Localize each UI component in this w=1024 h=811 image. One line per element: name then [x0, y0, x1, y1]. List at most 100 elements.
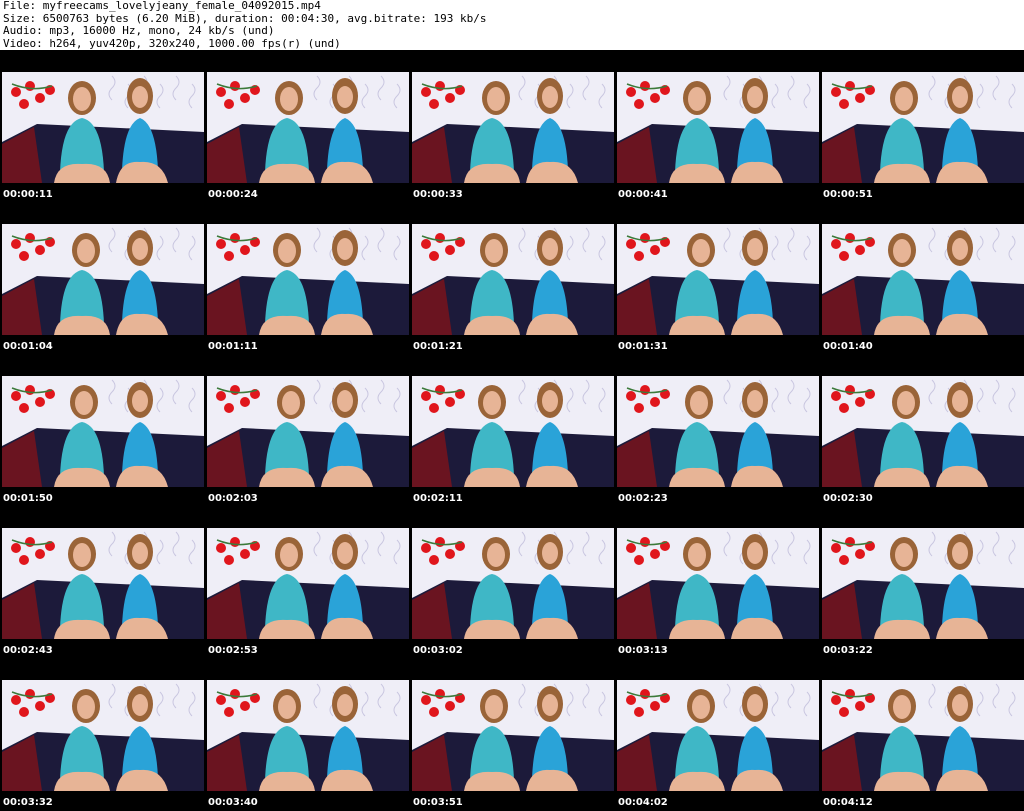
video-frame-thumbnail: [412, 376, 614, 487]
frame-scene: [207, 528, 409, 639]
frame-scene: [2, 224, 204, 335]
frame-scene: [207, 72, 409, 183]
frame-scene: [412, 224, 614, 335]
thumbnail-cell: 00:03:02: [410, 506, 614, 658]
thumbnail-cell: 00:01:21: [410, 202, 614, 354]
frame-scene: [2, 528, 204, 639]
frame-timestamp: 00:03:32: [3, 797, 53, 808]
thumbnail-cell: 00:01:04: [0, 202, 204, 354]
video-frame-thumbnail: [822, 528, 1024, 639]
frame-scene: [412, 680, 614, 791]
thumbnail-cell: 00:03:13: [615, 506, 819, 658]
video-frame-thumbnail: [207, 224, 409, 335]
frame-timestamp: 00:00:11: [3, 189, 53, 200]
frame-timestamp: 00:00:51: [823, 189, 873, 200]
thumbnail-cell: 00:04:02: [615, 658, 819, 810]
thumbnail-cell: 00:00:11: [0, 50, 204, 202]
video-frame-thumbnail: [207, 376, 409, 487]
video-frame-thumbnail: [822, 376, 1024, 487]
frame-timestamp: 00:01:11: [208, 341, 258, 352]
frame-scene: [207, 224, 409, 335]
frame-timestamp: 00:02:03: [208, 493, 258, 504]
thumbnail-cell: 00:00:24: [205, 50, 409, 202]
frame-timestamp: 00:04:02: [618, 797, 668, 808]
audio-info-line: Audio: mp3, 16000 Hz, mono, 24 kb/s (und…: [3, 24, 275, 37]
frame-timestamp: 00:01:31: [618, 341, 668, 352]
thumbnail-cell: 00:01:11: [205, 202, 409, 354]
frame-timestamp: 00:02:43: [3, 645, 53, 656]
frame-scene: [822, 224, 1024, 335]
video-frame-thumbnail: [412, 224, 614, 335]
frame-scene: [822, 528, 1024, 639]
frame-timestamp: 00:02:11: [413, 493, 463, 504]
video-frame-thumbnail: [2, 528, 204, 639]
frame-timestamp: 00:03:13: [618, 645, 668, 656]
thumbnail-cell: 00:02:30: [820, 354, 1024, 506]
thumbnail-cell: 00:00:41: [615, 50, 819, 202]
file-name-line: File: myfreecams_lovelyjeany_female_0409…: [3, 0, 321, 12]
frame-scene: [412, 72, 614, 183]
frame-timestamp: 00:01:40: [823, 341, 873, 352]
video-frame-thumbnail: [412, 72, 614, 183]
contact-sheet: File: myfreecams_lovelyjeany_female_0409…: [0, 0, 1024, 811]
frame-timestamp: 00:01:04: [3, 341, 53, 352]
thumbnail-cell: 00:01:50: [0, 354, 204, 506]
video-frame-thumbnail: [822, 72, 1024, 183]
thumbnail-grid: 00:00:11 00:00:24 00:00:33 00:00:41 00:00:51…: [0, 50, 1024, 811]
thumbnail-cell: 00:03:22: [820, 506, 1024, 658]
frame-timestamp: 00:02:23: [618, 493, 668, 504]
frame-scene: [617, 528, 819, 639]
thumbnail-cell: 00:03:32: [0, 658, 204, 810]
frame-timestamp: 00:00:33: [413, 189, 463, 200]
frame-scene: [2, 680, 204, 791]
video-frame-thumbnail: [207, 528, 409, 639]
frame-scene: [2, 376, 204, 487]
frame-scene: [207, 680, 409, 791]
thumbnail-cell: 00:01:31: [615, 202, 819, 354]
video-frame-thumbnail: [822, 680, 1024, 791]
thumbnail-cell: 00:01:40: [820, 202, 1024, 354]
frame-timestamp: 00:02:30: [823, 493, 873, 504]
thumbnail-cell: 00:02:43: [0, 506, 204, 658]
video-frame-thumbnail: [617, 680, 819, 791]
video-frame-thumbnail: [617, 72, 819, 183]
thumbnail-cell: 00:00:33: [410, 50, 614, 202]
thumbnail-cell: 00:02:11: [410, 354, 614, 506]
frame-timestamp: 00:01:50: [3, 493, 53, 504]
frame-scene: [617, 224, 819, 335]
video-frame-thumbnail: [412, 528, 614, 639]
frame-scene: [412, 376, 614, 487]
frame-timestamp: 00:04:12: [823, 797, 873, 808]
video-frame-thumbnail: [2, 376, 204, 487]
video-frame-thumbnail: [207, 680, 409, 791]
frame-scene: [207, 376, 409, 487]
thumbnail-cell: 00:04:12: [820, 658, 1024, 810]
frame-scene: [822, 680, 1024, 791]
frame-scene: [2, 72, 204, 183]
frame-timestamp: 00:03:40: [208, 797, 258, 808]
video-frame-thumbnail: [2, 224, 204, 335]
frame-timestamp: 00:01:21: [413, 341, 463, 352]
video-frame-thumbnail: [2, 72, 204, 183]
frame-scene: [617, 72, 819, 183]
frame-timestamp: 00:03:02: [413, 645, 463, 656]
thumbnail-cell: 00:02:03: [205, 354, 409, 506]
frame-timestamp: 00:00:41: [618, 189, 668, 200]
frame-timestamp: 00:03:22: [823, 645, 873, 656]
thumbnail-cell: 00:03:40: [205, 658, 409, 810]
video-frame-thumbnail: [412, 680, 614, 791]
video-frame-thumbnail: [2, 680, 204, 791]
video-frame-thumbnail: [617, 528, 819, 639]
frame-timestamp: 00:02:53: [208, 645, 258, 656]
frame-timestamp: 00:03:51: [413, 797, 463, 808]
video-frame-thumbnail: [617, 224, 819, 335]
thumbnail-cell: 00:03:51: [410, 658, 614, 810]
video-frame-thumbnail: [617, 376, 819, 487]
frame-scene: [617, 680, 819, 791]
frame-scene: [822, 72, 1024, 183]
thumbnail-cell: 00:02:53: [205, 506, 409, 658]
frame-scene: [822, 376, 1024, 487]
frame-timestamp: 00:00:24: [208, 189, 258, 200]
video-info-line: Video: h264, yuv420p, 320x240, 1000.00 f…: [3, 36, 341, 50]
thumbnail-cell: 00:00:51: [820, 50, 1024, 202]
